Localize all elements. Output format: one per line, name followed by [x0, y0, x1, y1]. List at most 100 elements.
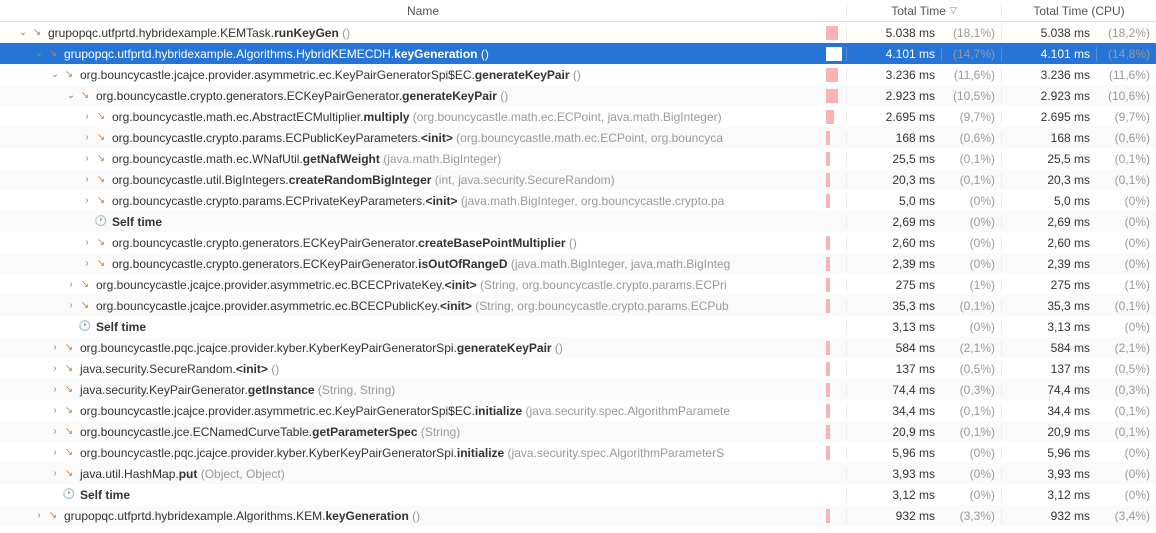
- total-time: 34,4 ms: [846, 404, 941, 418]
- name-cell: ›↘java.security.KeyPairGenerator.getInst…: [0, 383, 826, 397]
- header-name[interactable]: Name: [0, 4, 846, 18]
- total-time-pct: (9,7%): [941, 110, 1001, 124]
- cpu-time: 5,96 ms: [1001, 446, 1096, 460]
- time-bar: [826, 47, 846, 61]
- tree-row[interactable]: ›↘java.util.HashMap.put (Object, Object)…: [0, 463, 1156, 484]
- chevron-right-icon[interactable]: ›: [48, 426, 62, 437]
- total-time: 137 ms: [846, 362, 941, 376]
- time-bar: [826, 152, 846, 166]
- method-icon: ↘: [94, 173, 108, 187]
- tree-row[interactable]: ›↘org.bouncycastle.jcajce.provider.asymm…: [0, 400, 1156, 421]
- tree-row[interactable]: ›↘org.bouncycastle.jcajce.provider.asymm…: [0, 295, 1156, 316]
- method-name: org.bouncycastle.math.ec.AbstractECMulti…: [112, 110, 722, 124]
- chevron-right-icon[interactable]: ›: [80, 153, 94, 164]
- chevron-right-icon[interactable]: ›: [48, 405, 62, 416]
- cpu-time: 74,4 ms: [1001, 383, 1096, 397]
- cpu-time-pct: (1%): [1096, 278, 1156, 292]
- chevron-right-icon[interactable]: ›: [48, 363, 62, 374]
- clock-icon: 🕐: [94, 215, 108, 229]
- chevron-down-icon[interactable]: ⌄: [32, 48, 46, 59]
- time-bar: [826, 446, 846, 460]
- time-bar: [826, 341, 846, 355]
- method-name: Self time: [80, 488, 130, 502]
- method-icon: ↘: [78, 278, 92, 292]
- cpu-time: 34,4 ms: [1001, 404, 1096, 418]
- tree-row[interactable]: ›↘org.bouncycastle.crypto.params.ECPriva…: [0, 190, 1156, 211]
- tree-row[interactable]: ›↘ org.bouncycastle.pqc.jcajce.provider.k…: [0, 442, 1156, 463]
- method-name: java.util.HashMap.put (Object, Object): [80, 467, 285, 481]
- chevron-right-icon[interactable]: ›: [80, 132, 94, 143]
- time-bar: [826, 26, 846, 40]
- time-bar: [826, 236, 846, 250]
- total-time-pct: (10,5%): [941, 89, 1001, 103]
- tree-row[interactable]: 🕐Self time3,12 ms(0%)3,12 ms(0%): [0, 484, 1156, 505]
- chevron-right-icon[interactable]: ›: [48, 468, 62, 479]
- chevron-down-icon[interactable]: ⌄: [16, 27, 30, 38]
- cpu-time-pct: (0,6%): [1096, 131, 1156, 145]
- method-icon: ↘: [46, 47, 60, 61]
- tree-row[interactable]: ›↘org.bouncycastle.jcajce.provider.asymm…: [0, 274, 1156, 295]
- method-icon: ↘: [94, 194, 108, 208]
- time-bar: [826, 257, 846, 271]
- cpu-time-pct: (9,7%): [1096, 110, 1156, 124]
- cpu-time-pct: (14,8%): [1096, 47, 1156, 61]
- cpu-time-pct: (0%): [1096, 446, 1156, 460]
- header-total-time[interactable]: Total Time ▽: [846, 4, 1001, 18]
- chevron-right-icon[interactable]: ›: [80, 195, 94, 206]
- chevron-right-icon[interactable]: ›: [48, 384, 62, 395]
- header-total-time-cpu[interactable]: Total Time (CPU): [1001, 4, 1156, 18]
- time-bar: [826, 68, 846, 82]
- chevron-right-icon[interactable]: ›: [80, 237, 94, 248]
- tree-row[interactable]: ›↘org.bouncycastle.crypto.generators.ECK…: [0, 253, 1156, 274]
- tree-row[interactable]: ⌄↘grupopqc.utfprtd.hybridexample.KEMTask…: [0, 22, 1156, 43]
- chevron-right-icon[interactable]: ›: [32, 510, 46, 521]
- total-time: 5.038 ms: [846, 26, 941, 40]
- chevron-down-icon[interactable]: ⌄: [64, 90, 78, 101]
- time-bar: [826, 278, 846, 292]
- name-cell: ›↘org.bouncycastle.crypto.generators.ECK…: [0, 236, 826, 250]
- method-icon: ↘: [46, 509, 60, 523]
- total-time: 20,3 ms: [846, 173, 941, 187]
- tree-row[interactable]: ›↘grupopqc.utfprtd.hybridexample.Algorit…: [0, 505, 1156, 526]
- chevron-right-icon[interactable]: ›: [80, 258, 94, 269]
- chevron-right-icon[interactable]: ›: [80, 174, 94, 185]
- tree-row[interactable]: ›↘java.security.KeyPairGenerator.getInst…: [0, 379, 1156, 400]
- tree-row[interactable]: ›↘org.bouncycastle.pqc.jcajce.provider.k…: [0, 337, 1156, 358]
- name-cell: ⌄↘org.bouncycastle.crypto.generators.ECK…: [0, 89, 826, 103]
- clock-icon: 🕐: [78, 320, 92, 334]
- chevron-right-icon[interactable]: ›: [80, 111, 94, 122]
- chevron-down-icon[interactable]: ⌄: [48, 69, 62, 80]
- method-name: org.bouncycastle.pqc.jcajce.provider.kyb…: [80, 446, 724, 460]
- tree-row[interactable]: ›↘org.bouncycastle.util.BigIntegers.crea…: [0, 169, 1156, 190]
- chevron-right-icon[interactable]: ›: [64, 279, 78, 290]
- tree-row[interactable]: ›↘java.security.SecureRandom.<init> ()13…: [0, 358, 1156, 379]
- total-time-pct: (18,1%): [941, 26, 1001, 40]
- tree-row[interactable]: 🕐Self time2,69 ms(0%)2,69 ms(0%): [0, 211, 1156, 232]
- table-header: Name Total Time ▽ Total Time (CPU): [0, 0, 1156, 22]
- total-time: 932 ms: [846, 509, 941, 523]
- cpu-time: 2,39 ms: [1001, 257, 1096, 271]
- method-icon: ↘: [94, 257, 108, 271]
- tree-row[interactable]: 🕐Self time3,13 ms(0%)3,13 ms(0%): [0, 316, 1156, 337]
- tree-row[interactable]: ›↘org.bouncycastle.crypto.generators.ECK…: [0, 232, 1156, 253]
- method-icon: ↘: [62, 446, 76, 460]
- total-time-pct: (0,3%): [941, 383, 1001, 397]
- tree-row[interactable]: ›↘org.bouncycastle.crypto.params.ECPubli…: [0, 127, 1156, 148]
- tree-row[interactable]: ›↘org.bouncycastle.jce.ECNamedCurveTable…: [0, 421, 1156, 442]
- tree-row[interactable]: ⌄↘grupopqc.utfprtd.hybridexample.Algorit…: [0, 43, 1156, 64]
- chevron-right-icon[interactable]: ›: [48, 447, 62, 458]
- tree-row[interactable]: ⌄↘org.bouncycastle.jcajce.provider.asymm…: [0, 64, 1156, 85]
- tree-row[interactable]: ⌄↘org.bouncycastle.crypto.generators.ECK…: [0, 85, 1156, 106]
- method-name: org.bouncycastle.jcajce.provider.asymmet…: [80, 68, 581, 82]
- cpu-time-pct: (0%): [1096, 215, 1156, 229]
- chevron-right-icon[interactable]: ›: [64, 300, 78, 311]
- tree-row[interactable]: ›↘org.bouncycastle.math.ec.AbstractECMul…: [0, 106, 1156, 127]
- tree-row[interactable]: ›↘org.bouncycastle.math.ec.WNafUtil.getN…: [0, 148, 1156, 169]
- cpu-time-pct: (0,1%): [1096, 173, 1156, 187]
- chevron-right-icon[interactable]: ›: [48, 342, 62, 353]
- total-time-pct: (0%): [941, 257, 1001, 271]
- total-time: 2,60 ms: [846, 236, 941, 250]
- cpu-time-pct: (3,4%): [1096, 509, 1156, 523]
- cpu-time: 2.923 ms: [1001, 89, 1096, 103]
- method-name: org.bouncycastle.jce.ECNamedCurveTable.g…: [80, 425, 460, 439]
